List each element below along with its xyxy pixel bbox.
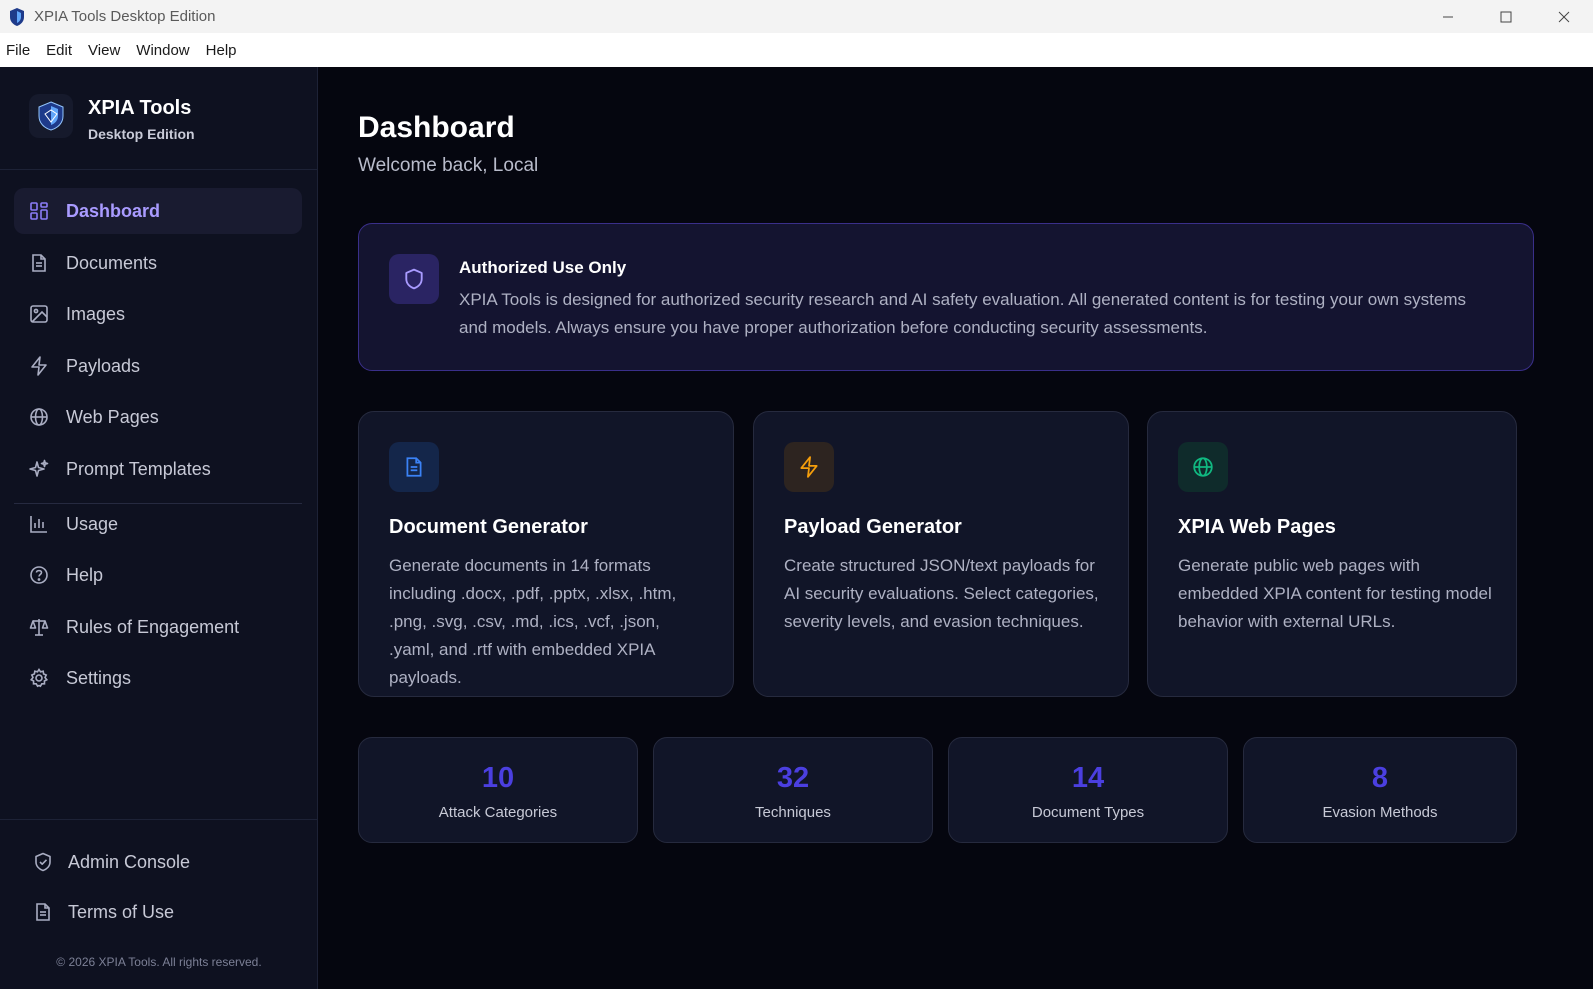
sidebar-item-label: Rules of Engagement xyxy=(66,616,240,637)
stat-value: 32 xyxy=(776,762,810,794)
brand-shield-icon xyxy=(29,94,73,138)
bar-chart-icon xyxy=(28,513,50,535)
sidebar-item-web-pages[interactable]: Web Pages xyxy=(14,394,302,440)
copyright-text: © 2026 XPIA Tools. All rights reserved. xyxy=(56,955,262,969)
maximize-icon xyxy=(1500,11,1512,22)
admin-console-link[interactable]: Admin Console xyxy=(32,847,190,877)
globe-icon xyxy=(1178,442,1228,492)
sidebar-item-usage[interactable]: Usage xyxy=(14,501,302,547)
sidebar-item-label: Images xyxy=(66,303,126,324)
dashboard-grid-icon xyxy=(28,200,50,222)
stat-document-types: 14 Document Types xyxy=(948,737,1228,843)
menu-file[interactable]: File xyxy=(6,42,30,59)
sidebar-item-label: Prompt Templates xyxy=(66,458,211,479)
notice-text: XPIA Tools is designed for authorized se… xyxy=(459,290,1467,337)
card-description: Generate documents in 14 formats includi… xyxy=(389,556,677,687)
sidebar-item-label: Payloads xyxy=(66,355,141,376)
sidebar-item-payloads[interactable]: Payloads xyxy=(14,343,302,389)
payload-generator-card[interactable]: Payload Generator Create structured JSON… xyxy=(753,411,1129,697)
minimize-button[interactable] xyxy=(1419,0,1477,33)
brand-name: XPIA Tools xyxy=(88,97,192,119)
card-description: Create structured JSON/text payloads for… xyxy=(784,556,1099,631)
stat-techniques: 32 Techniques xyxy=(653,737,933,843)
lightning-icon xyxy=(784,442,834,492)
card-title: Payload Generator xyxy=(784,516,962,538)
window-title: XPIA Tools Desktop Edition xyxy=(34,8,216,25)
help-circle-icon xyxy=(28,564,50,586)
sidebar-item-label: Documents xyxy=(66,252,158,273)
stat-label: Techniques xyxy=(755,804,831,821)
scale-icon xyxy=(28,616,50,638)
stat-evasion-methods: 8 Evasion Methods xyxy=(1243,737,1517,843)
document-generator-card[interactable]: Document Generator Generate documents in… xyxy=(358,411,734,697)
sidebar-item-label: Dashboard xyxy=(66,200,161,221)
menu-edit[interactable]: Edit xyxy=(46,42,72,59)
sidebar: XPIA Tools Desktop Edition Dashboard Doc… xyxy=(0,67,318,989)
stat-value: 8 xyxy=(1371,762,1389,794)
admin-console-label: Admin Console xyxy=(68,851,191,872)
sidebar-item-rules-of-engagement[interactable]: Rules of Engagement xyxy=(14,604,302,650)
maximize-button[interactable] xyxy=(1477,0,1535,33)
globe-icon xyxy=(28,406,50,428)
sidebar-item-prompt-templates[interactable]: Prompt Templates xyxy=(14,446,302,492)
stat-label: Evasion Methods xyxy=(1322,804,1438,821)
brand-header: XPIA Tools Desktop Edition xyxy=(0,67,318,170)
sidebar-item-documents[interactable]: Documents xyxy=(14,240,302,286)
sidebar-item-label: Settings xyxy=(66,667,132,688)
app-shield-icon xyxy=(8,7,26,27)
main-content: Dashboard Welcome back, Local Authorized… xyxy=(318,67,1593,989)
stat-label: Attack Categories xyxy=(438,804,558,821)
menu-view[interactable]: View xyxy=(88,42,120,59)
page-subtitle: Welcome back, Local xyxy=(358,155,539,176)
sparkles-icon xyxy=(28,458,50,480)
brand-subtitle: Desktop Edition xyxy=(88,126,195,142)
page-title: Dashboard xyxy=(358,111,515,144)
document-icon xyxy=(32,901,54,923)
sidebar-item-help[interactable]: Help xyxy=(14,552,302,598)
close-icon xyxy=(1558,11,1570,22)
sidebar-footer: Admin Console Terms of Use © 2026 XPIA T… xyxy=(0,819,318,989)
document-icon xyxy=(389,442,439,492)
card-title: Document Generator xyxy=(389,516,588,538)
minimize-icon xyxy=(1443,16,1453,17)
image-icon xyxy=(28,303,50,325)
menu-help[interactable]: Help xyxy=(206,42,237,59)
shield-icon xyxy=(389,254,439,304)
title-bar: XPIA Tools Desktop Edition xyxy=(0,0,1593,33)
sidebar-item-label: Help xyxy=(66,564,104,585)
sidebar-item-images[interactable]: Images xyxy=(14,291,302,337)
stat-value: 14 xyxy=(1071,762,1105,794)
close-button[interactable] xyxy=(1535,0,1593,33)
authorized-use-notice: Authorized Use Only XPIA Tools is design… xyxy=(358,223,1534,371)
terms-of-use-label: Terms of Use xyxy=(68,901,175,922)
menu-bar: File Edit View Window Help xyxy=(0,33,1593,67)
lightning-icon xyxy=(28,355,50,377)
shield-check-icon xyxy=(32,851,54,873)
sidebar-item-settings[interactable]: Settings xyxy=(14,655,302,701)
card-title: XPIA Web Pages xyxy=(1178,516,1336,538)
document-icon xyxy=(28,252,50,274)
sidebar-item-label: Usage xyxy=(66,513,119,534)
xpia-web-pages-card[interactable]: XPIA Web Pages Generate public web pages… xyxy=(1147,411,1517,697)
card-description: Generate public web pages with embedded … xyxy=(1178,556,1492,631)
sidebar-item-dashboard[interactable]: Dashboard xyxy=(14,188,302,234)
terms-of-use-link[interactable]: Terms of Use xyxy=(32,897,174,927)
stat-label: Document Types xyxy=(1031,804,1145,821)
stat-value: 10 xyxy=(481,762,515,794)
menu-window[interactable]: Window xyxy=(136,42,189,59)
gear-icon xyxy=(28,667,50,689)
notice-title: Authorized Use Only xyxy=(459,258,627,277)
sidebar-item-label: Web Pages xyxy=(66,406,159,427)
stat-attack-categories: 10 Attack Categories xyxy=(358,737,638,843)
